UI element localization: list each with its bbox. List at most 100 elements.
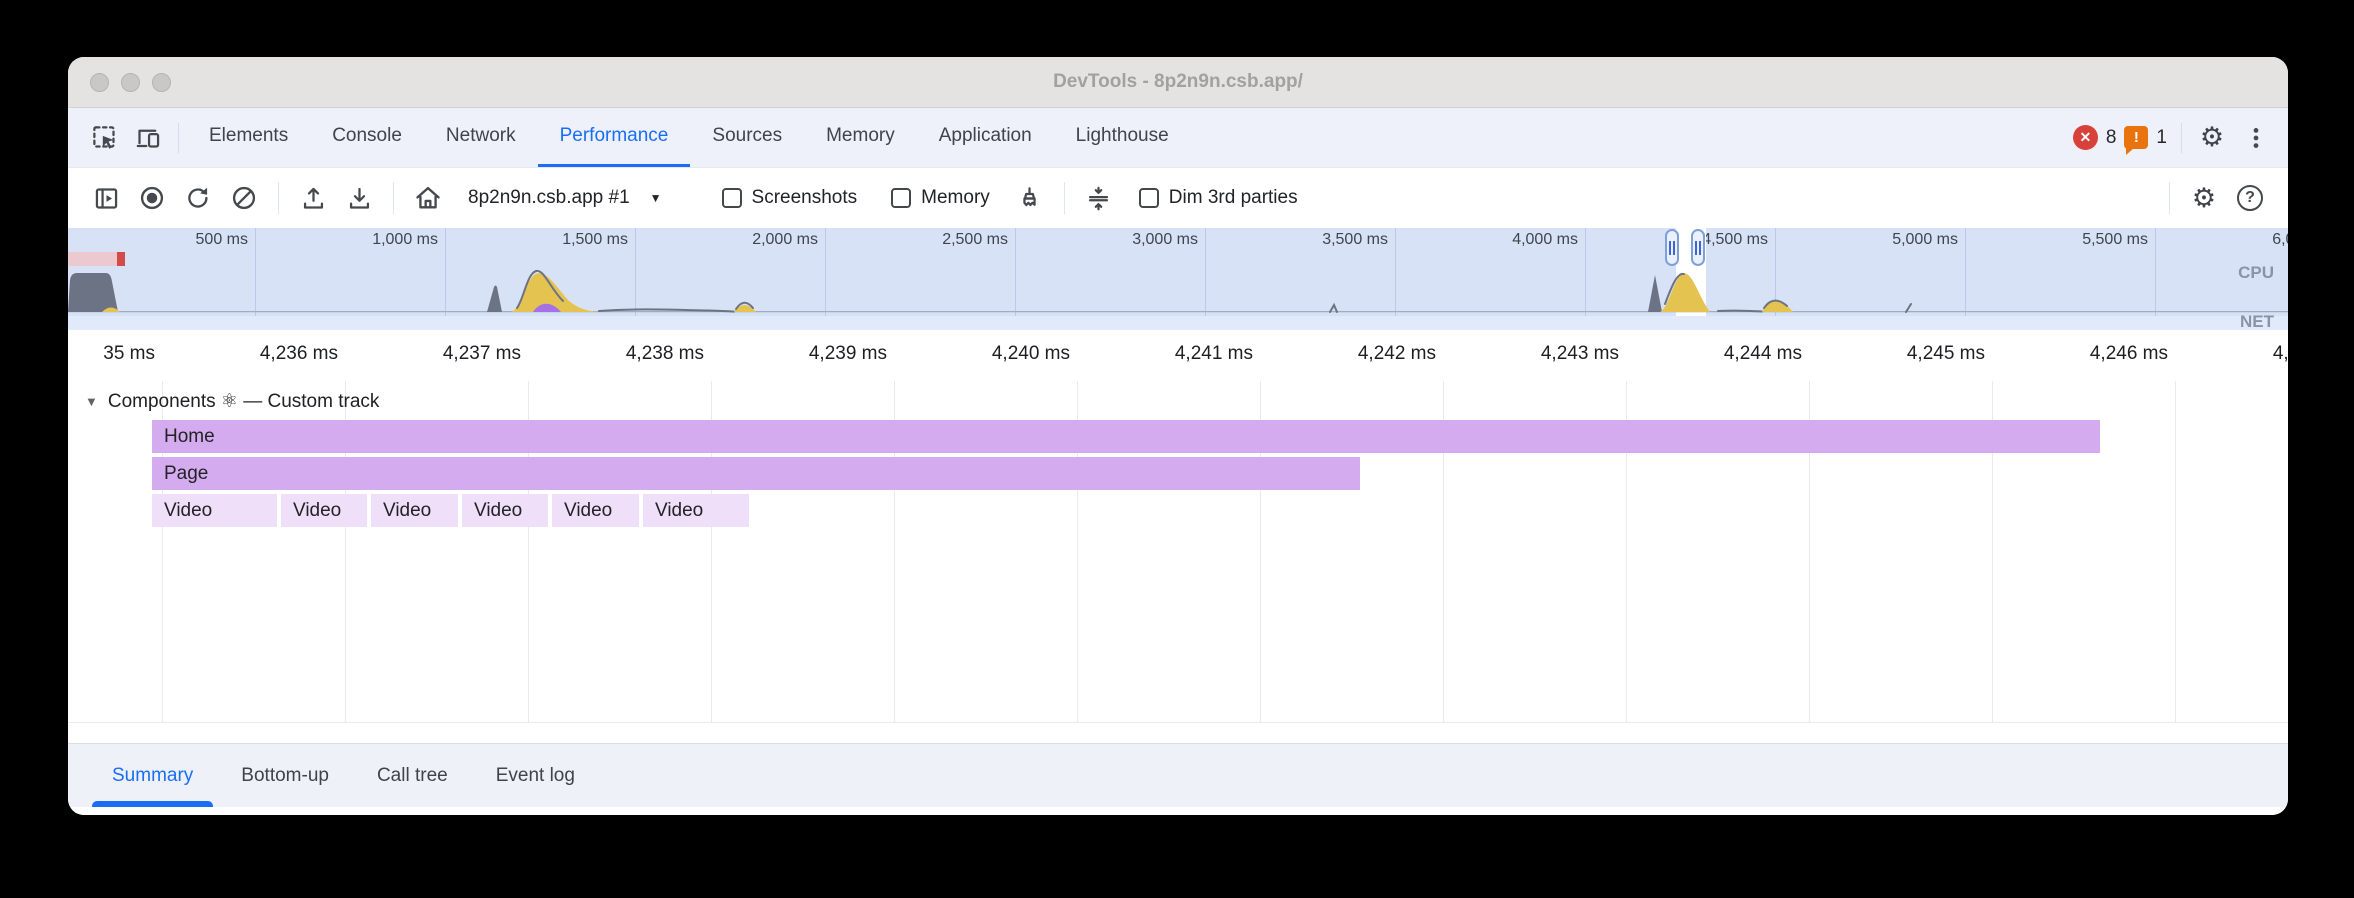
capture-settings-button[interactable]: ⚙ [2184, 178, 2224, 218]
tab-summary[interactable]: Summary [88, 744, 217, 807]
screenshots-label: Screenshots [752, 187, 858, 209]
dim-3rd-parties-label: Dim 3rd parties [1169, 187, 1298, 209]
checkbox-box [1139, 188, 1159, 208]
titlebar: DevTools - 8p2n9n.csb.app/ [68, 57, 2288, 108]
record-button[interactable] [132, 178, 172, 218]
inspect-element-button[interactable] [82, 108, 126, 167]
cpu-lane-label: CPU [2238, 263, 2274, 283]
tab-memory[interactable]: Memory [804, 108, 917, 167]
track-entry-video[interactable]: Video [462, 494, 548, 527]
memory-label: Memory [921, 187, 990, 209]
flame-chart-area[interactable]: ▼ Components ⚛ — Custom track Home Page Vi… [68, 381, 2288, 743]
chevron-down-icon: ▼ [650, 191, 662, 205]
timeline-overview[interactable]: 500 ms1,000 ms1,500 ms2,000 ms2,500 ms3,… [68, 228, 2288, 330]
sidebar-panel-icon [93, 185, 120, 212]
kebab-menu-icon [2243, 125, 2269, 151]
help-icon: ? [2237, 185, 2263, 211]
tab-network[interactable]: Network [424, 108, 538, 167]
separator [1064, 182, 1065, 214]
ruler-tick-label: 35 ms [103, 343, 155, 365]
selection-handle-right[interactable] [1691, 229, 1705, 266]
help-button[interactable]: ? [2230, 178, 2270, 218]
memory-checkbox[interactable]: Memory [891, 187, 990, 209]
tab-sources[interactable]: Sources [690, 108, 804, 167]
zoom-button[interactable] [152, 73, 171, 92]
track-entry-video[interactable]: Video [643, 494, 749, 527]
checkbox-box [722, 188, 742, 208]
inspect-cursor-icon [91, 124, 118, 151]
separator [278, 182, 279, 214]
error-badge-icon[interactable]: ✕ [2073, 125, 2098, 150]
window-title: DevTools - 8p2n9n.csb.app/ [1053, 71, 1303, 93]
collapse-icon [1085, 185, 1112, 212]
download-icon [346, 185, 373, 212]
reload-icon [184, 184, 212, 212]
warning-count: 1 [2156, 127, 2167, 149]
ruler-tick-label: 4,247 ms [2273, 343, 2288, 365]
devtools-window: DevTools - 8p2n9n.csb.app/ Elements Cons… [68, 57, 2288, 815]
tab-bottom-up[interactable]: Bottom-up [217, 744, 353, 807]
ruler-tick-label: 4,240 ms [992, 343, 1070, 365]
selection-handle-left[interactable] [1665, 229, 1679, 266]
bottom-tab-bar: Summary Bottom-up Call tree Event log [68, 743, 2288, 807]
dim-3rd-parties-checkbox[interactable]: Dim 3rd parties [1139, 187, 1298, 209]
home-icon [414, 184, 442, 212]
separator [393, 182, 394, 214]
track-entry-home[interactable]: Home [152, 420, 2100, 453]
tab-performance[interactable]: Performance [538, 108, 691, 167]
detail-time-ruler: 35 ms4,236 ms4,237 ms4,238 ms4,239 ms4,2… [68, 330, 2288, 381]
track-entry-video[interactable]: Video [281, 494, 367, 527]
tab-event-log[interactable]: Event log [472, 744, 599, 807]
separator [178, 123, 179, 153]
save-profile-button[interactable] [339, 178, 379, 218]
clear-recording-button[interactable] [224, 178, 264, 218]
tab-call-tree[interactable]: Call tree [353, 744, 472, 807]
track-entry-video[interactable]: Video [552, 494, 639, 527]
error-count: 8 [2106, 127, 2117, 149]
performance-toolbar: 8p2n9n.csb.app #1 ▼ Screenshots Memory [68, 168, 2288, 228]
ruler-tick-label: 4,236 ms [260, 343, 338, 365]
net-lane-label: NET [2240, 312, 2274, 330]
collect-garbage-button[interactable] [1010, 178, 1050, 218]
tab-lighthouse[interactable]: Lighthouse [1054, 108, 1191, 167]
track-entry-video[interactable]: Video [371, 494, 458, 527]
traffic-lights [90, 73, 171, 92]
console-badges: ✕ 8 ! 1 [2073, 108, 2167, 167]
go-home-button[interactable] [408, 178, 448, 218]
spacer [1191, 108, 2073, 167]
gridline [2175, 381, 2176, 722]
panel-tab-bar: Elements Console Network Performance Sou… [68, 108, 2288, 168]
window-bottom-strip [68, 807, 2288, 815]
toggle-sidebar-button[interactable] [86, 178, 126, 218]
target-selector[interactable]: 8p2n9n.csb.app #1 ▼ [468, 187, 662, 209]
gear-icon: ⚙ [2192, 185, 2216, 212]
tab-elements[interactable]: Elements [187, 108, 310, 167]
warning-badge-icon[interactable]: ! [2124, 126, 2148, 149]
gear-icon: ⚙ [2200, 124, 2224, 151]
checkbox-box [891, 188, 911, 208]
gridline-bottom-rule [68, 722, 2288, 723]
tab-console[interactable]: Console [310, 108, 424, 167]
clear-icon [230, 184, 258, 212]
collapse-tracks-button[interactable] [1079, 178, 1119, 218]
minimize-button[interactable] [121, 73, 140, 92]
load-profile-button[interactable] [293, 178, 333, 218]
screenshots-checkbox[interactable]: Screenshots [722, 187, 858, 209]
tab-application[interactable]: Application [917, 108, 1054, 167]
devtools-settings-button[interactable]: ⚙ [2190, 108, 2234, 167]
devtools-menu-button[interactable] [2234, 108, 2278, 167]
upload-icon [300, 185, 327, 212]
components-track-header[interactable]: ▼ Components ⚛ — Custom track [85, 390, 379, 413]
close-button[interactable] [90, 73, 109, 92]
separator [2169, 182, 2170, 214]
ruler-tick-label: 4,245 ms [1907, 343, 1985, 365]
track-entry-page[interactable]: Page [152, 457, 1360, 490]
ruler-tick-label: 4,246 ms [2090, 343, 2168, 365]
device-toolbar-icon [135, 124, 162, 151]
track-entry-video[interactable]: Video [152, 494, 277, 527]
record-and-reload-button[interactable] [178, 178, 218, 218]
ruler-tick-label: 4,239 ms [809, 343, 887, 365]
components-track-title: Components ⚛ — Custom track [108, 390, 380, 413]
ruler-tick-label: 4,242 ms [1358, 343, 1436, 365]
device-toolbar-button[interactable] [126, 108, 170, 167]
